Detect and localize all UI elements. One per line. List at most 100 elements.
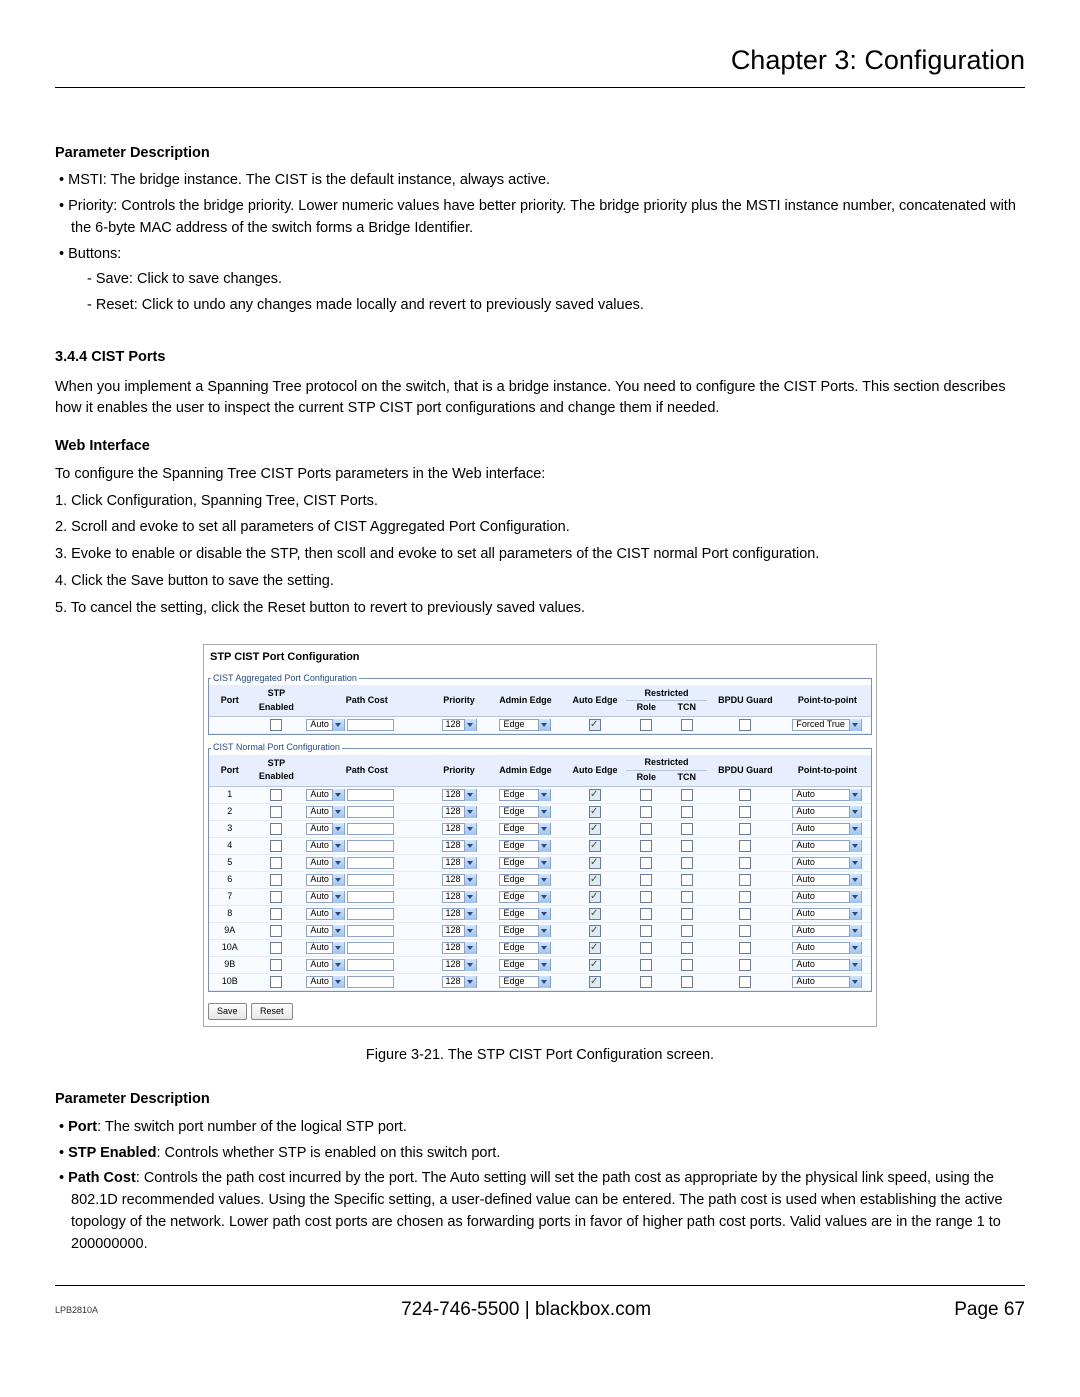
agg-bpdu-checkbox[interactable] (739, 719, 751, 731)
pathcost-select[interactable]: Auto (306, 976, 345, 988)
adminedge-select[interactable]: Edge (499, 908, 551, 920)
pathcost-select[interactable]: Auto (306, 874, 345, 886)
bpdu-checkbox[interactable] (739, 959, 751, 971)
priority-select[interactable]: 128 (442, 925, 477, 937)
priority-select[interactable]: 128 (442, 959, 477, 971)
role-checkbox[interactable] (640, 806, 652, 818)
agg-priority-select[interactable]: 128 (442, 719, 477, 731)
pathcost-select[interactable]: Auto (306, 942, 345, 954)
pathcost-select[interactable]: Auto (306, 806, 345, 818)
p2p-select[interactable]: Auto (792, 925, 862, 937)
tcn-checkbox[interactable] (681, 891, 693, 903)
tcn-checkbox[interactable] (681, 925, 693, 937)
pathcost-input[interactable] (347, 823, 394, 835)
role-checkbox[interactable] (640, 959, 652, 971)
autoedge-checkbox[interactable] (589, 925, 601, 937)
priority-select[interactable]: 128 (442, 942, 477, 954)
adminedge-select[interactable]: Edge (499, 840, 551, 852)
bpdu-checkbox[interactable] (739, 908, 751, 920)
pathcost-select[interactable]: Auto (306, 789, 345, 801)
priority-select[interactable]: 128 (442, 840, 477, 852)
autoedge-checkbox[interactable] (589, 942, 601, 954)
tcn-checkbox[interactable] (681, 823, 693, 835)
stp-checkbox[interactable] (270, 942, 282, 954)
tcn-checkbox[interactable] (681, 874, 693, 886)
adminedge-select[interactable]: Edge (499, 874, 551, 886)
stp-checkbox[interactable] (270, 908, 282, 920)
priority-select[interactable]: 128 (442, 874, 477, 886)
p2p-select[interactable]: Auto (792, 976, 862, 988)
role-checkbox[interactable] (640, 789, 652, 801)
tcn-checkbox[interactable] (681, 789, 693, 801)
priority-select[interactable]: 128 (442, 891, 477, 903)
priority-select[interactable]: 128 (442, 908, 477, 920)
p2p-select[interactable]: Auto (792, 891, 862, 903)
tcn-checkbox[interactable] (681, 806, 693, 818)
bpdu-checkbox[interactable] (739, 823, 751, 835)
role-checkbox[interactable] (640, 942, 652, 954)
autoedge-checkbox[interactable] (589, 823, 601, 835)
pathcost-input[interactable] (347, 857, 394, 869)
pathcost-select[interactable]: Auto (306, 959, 345, 971)
pathcost-select[interactable]: Auto (306, 823, 345, 835)
priority-select[interactable]: 128 (442, 857, 477, 869)
p2p-select[interactable]: Auto (792, 789, 862, 801)
pathcost-input[interactable] (347, 959, 394, 971)
bpdu-checkbox[interactable] (739, 806, 751, 818)
priority-select[interactable]: 128 (442, 823, 477, 835)
tcn-checkbox[interactable] (681, 976, 693, 988)
stp-checkbox[interactable] (270, 976, 282, 988)
priority-select[interactable]: 128 (442, 976, 477, 988)
stp-checkbox[interactable] (270, 959, 282, 971)
adminedge-select[interactable]: Edge (499, 976, 551, 988)
pathcost-select[interactable]: Auto (306, 891, 345, 903)
tcn-checkbox[interactable] (681, 908, 693, 920)
agg-p2p-select[interactable]: Forced True (792, 719, 862, 731)
tcn-checkbox[interactable] (681, 857, 693, 869)
role-checkbox[interactable] (640, 925, 652, 937)
autoedge-checkbox[interactable] (589, 908, 601, 920)
pathcost-select[interactable]: Auto (306, 925, 345, 937)
autoedge-checkbox[interactable] (589, 840, 601, 852)
bpdu-checkbox[interactable] (739, 874, 751, 886)
p2p-select[interactable]: Auto (792, 959, 862, 971)
agg-pathcost-select[interactable]: Auto (306, 719, 345, 731)
autoedge-checkbox[interactable] (589, 891, 601, 903)
agg-tcn-checkbox[interactable] (681, 719, 693, 731)
pathcost-input[interactable] (347, 925, 394, 937)
pathcost-input[interactable] (347, 806, 394, 818)
adminedge-select[interactable]: Edge (499, 806, 551, 818)
autoedge-checkbox[interactable] (589, 959, 601, 971)
role-checkbox[interactable] (640, 823, 652, 835)
bpdu-checkbox[interactable] (739, 789, 751, 801)
stp-checkbox[interactable] (270, 891, 282, 903)
adminedge-select[interactable]: Edge (499, 959, 551, 971)
pathcost-input[interactable] (347, 908, 394, 920)
pathcost-input[interactable] (347, 840, 394, 852)
autoedge-checkbox[interactable] (589, 806, 601, 818)
agg-stp-checkbox[interactable] (270, 719, 282, 731)
role-checkbox[interactable] (640, 976, 652, 988)
stp-checkbox[interactable] (270, 789, 282, 801)
adminedge-select[interactable]: Edge (499, 942, 551, 954)
role-checkbox[interactable] (640, 840, 652, 852)
stp-checkbox[interactable] (270, 823, 282, 835)
reset-button[interactable]: Reset (251, 1003, 293, 1021)
p2p-select[interactable]: Auto (792, 908, 862, 920)
pathcost-input[interactable] (347, 942, 394, 954)
pathcost-select[interactable]: Auto (306, 908, 345, 920)
stp-checkbox[interactable] (270, 840, 282, 852)
autoedge-checkbox[interactable] (589, 857, 601, 869)
stp-checkbox[interactable] (270, 806, 282, 818)
pathcost-input[interactable] (347, 789, 394, 801)
role-checkbox[interactable] (640, 908, 652, 920)
agg-adminedge-select[interactable]: Edge (499, 719, 551, 731)
adminedge-select[interactable]: Edge (499, 823, 551, 835)
p2p-select[interactable]: Auto (792, 874, 862, 886)
autoedge-checkbox[interactable] (589, 976, 601, 988)
role-checkbox[interactable] (640, 857, 652, 869)
save-button[interactable]: Save (208, 1003, 247, 1021)
stp-checkbox[interactable] (270, 874, 282, 886)
bpdu-checkbox[interactable] (739, 840, 751, 852)
bpdu-checkbox[interactable] (739, 942, 751, 954)
